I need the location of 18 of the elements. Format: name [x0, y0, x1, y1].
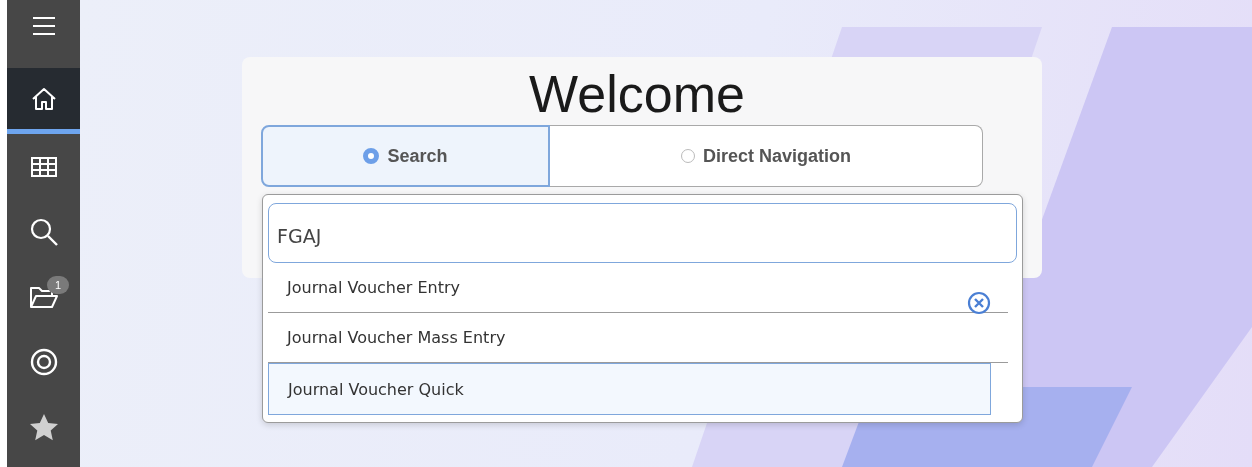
result-item[interactable]: Journal Voucher Quick: [268, 363, 991, 415]
close-icon[interactable]: [967, 291, 991, 315]
radio-icon: [680, 149, 695, 163]
star-icon: [28, 412, 59, 441]
welcome-title: Welcome: [528, 64, 746, 125]
grid-icon: [29, 155, 58, 178]
sidebar-item[interactable]: 1: [7, 264, 80, 329]
mode-tab[interactable]: Search: [261, 125, 550, 187]
menu-icon: [30, 16, 57, 36]
mode-tab[interactable]: Direct Navigation: [550, 125, 983, 187]
target-icon: [28, 346, 59, 377]
radio-icon: [363, 148, 380, 164]
home-icon: [30, 86, 57, 111]
search-icon: [28, 216, 59, 247]
search-field[interactable]: FGAJ: [268, 203, 1017, 263]
count-badge: 1: [47, 276, 69, 294]
result-item[interactable]: Journal Voucher Entry: [268, 263, 1008, 313]
sidebar-item[interactable]: [7, 68, 80, 134]
